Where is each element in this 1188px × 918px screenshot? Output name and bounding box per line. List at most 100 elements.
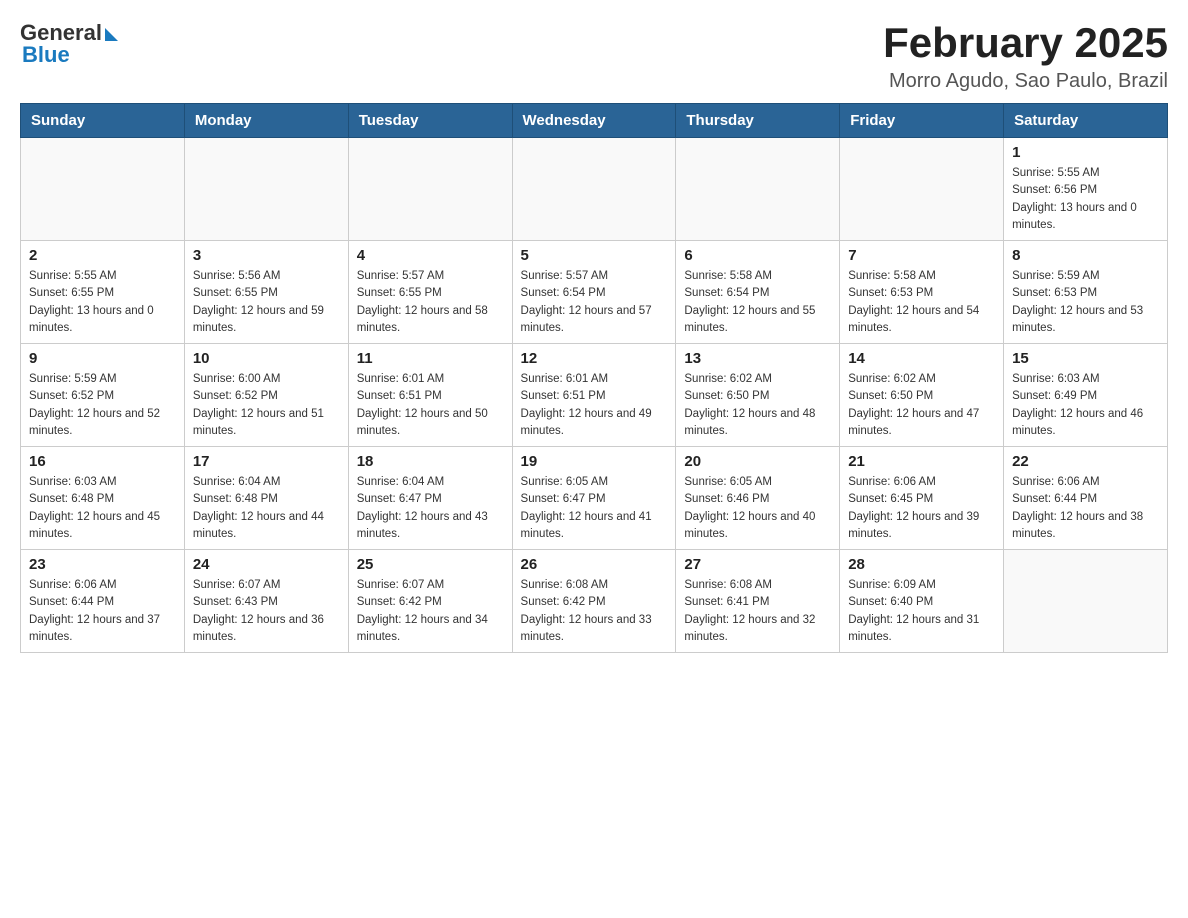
logo-blue-text: Blue	[22, 42, 70, 68]
day-info: Sunrise: 6:06 AM Sunset: 6:44 PM Dayligh…	[1012, 474, 1159, 543]
table-row: 24 Sunrise: 6:07 AM Sunset: 6:43 PM Dayli…	[184, 550, 348, 653]
table-row: 18 Sunrise: 6:04 AM Sunset: 6:47 PM Dayli…	[348, 447, 512, 550]
day-info: Sunrise: 6:02 AM Sunset: 6:50 PM Dayligh…	[848, 371, 995, 440]
table-row: 2Sunrise: 5:55 AM Sunset: 6:55 PM Daylig…	[21, 241, 185, 344]
logo: General Blue	[20, 20, 118, 68]
table-row: 21 Sunrise: 6:06 AM Sunset: 6:45 PM Dayli…	[840, 447, 1004, 550]
day-info: Sunrise: 6:02 AM Sunset: 6:50 PM Dayligh…	[684, 371, 831, 440]
table-row: 5 Sunrise: 5:57 AM Sunset: 6:54 PM Daylig…	[512, 241, 676, 344]
table-row	[184, 138, 348, 241]
table-row: 13 Sunrise: 6:02 AM Sunset: 6:50 PM Dayli…	[676, 344, 840, 447]
header-thursday: Thursday	[676, 104, 840, 138]
table-row: 3 Sunrise: 5:56 AM Sunset: 6:55 PM Daylig…	[184, 241, 348, 344]
day-number: 11	[357, 350, 504, 367]
table-row: 4Sunrise: 5:57 AM Sunset: 6:55 PM Daylig…	[348, 241, 512, 344]
day-info: Sunrise: 5:58 AM Sunset: 6:53 PM Dayligh…	[848, 268, 995, 337]
table-row: 28 Sunrise: 6:09 AM Sunset: 6:40 PM Dayli…	[840, 550, 1004, 653]
table-row: 26 Sunrise: 6:08 AM Sunset: 6:42 PM Dayli…	[512, 550, 676, 653]
header-sunday: Sunday	[21, 104, 185, 138]
day-number: 18	[357, 453, 504, 470]
day-info: Sunrise: 6:08 AM Sunset: 6:42 PM Dayligh…	[521, 577, 668, 646]
day-number: 26	[521, 556, 668, 573]
day-info: Sunrise: 5:57 AM Sunset: 6:55 PM Dayligh…	[357, 268, 504, 337]
logo-triangle-icon	[105, 28, 118, 41]
day-info: Sunrise: 6:07 AM Sunset: 6:42 PM Dayligh…	[357, 577, 504, 646]
calendar-table: Sunday Monday Tuesday Wednesday Thursday…	[20, 103, 1168, 653]
header-friday: Friday	[840, 104, 1004, 138]
page-title: February 2025	[883, 20, 1168, 66]
day-number: 8	[1012, 247, 1159, 264]
day-number: 6	[684, 247, 831, 264]
table-row: 19 Sunrise: 6:05 AM Sunset: 6:47 PM Dayli…	[512, 447, 676, 550]
day-info: Sunrise: 6:03 AM Sunset: 6:48 PM Dayligh…	[29, 474, 176, 543]
header-tuesday: Tuesday	[348, 104, 512, 138]
table-row: 23 Sunrise: 6:06 AM Sunset: 6:44 PM Dayli…	[21, 550, 185, 653]
table-row: 8 Sunrise: 5:59 AM Sunset: 6:53 PM Daylig…	[1004, 241, 1168, 344]
day-number: 12	[521, 350, 668, 367]
day-number: 19	[521, 453, 668, 470]
day-number: 15	[1012, 350, 1159, 367]
day-number: 23	[29, 556, 176, 573]
day-info: Sunrise: 5:56 AM Sunset: 6:55 PM Dayligh…	[193, 268, 340, 337]
day-info: Sunrise: 6:05 AM Sunset: 6:47 PM Dayligh…	[521, 474, 668, 543]
page-subtitle: Morro Agudo, Sao Paulo, Brazil	[883, 70, 1168, 93]
day-number: 28	[848, 556, 995, 573]
table-row	[21, 138, 185, 241]
table-row: 12Sunrise: 6:01 AM Sunset: 6:51 PM Dayli…	[512, 344, 676, 447]
day-number: 21	[848, 453, 995, 470]
table-row	[1004, 550, 1168, 653]
table-row: 25 Sunrise: 6:07 AM Sunset: 6:42 PM Dayli…	[348, 550, 512, 653]
day-info: Sunrise: 5:59 AM Sunset: 6:52 PM Dayligh…	[29, 371, 176, 440]
day-info: Sunrise: 6:08 AM Sunset: 6:41 PM Dayligh…	[684, 577, 831, 646]
calendar-week-row: 23 Sunrise: 6:06 AM Sunset: 6:44 PM Dayli…	[21, 550, 1168, 653]
table-row: 15 Sunrise: 6:03 AM Sunset: 6:49 PM Dayli…	[1004, 344, 1168, 447]
day-number: 22	[1012, 453, 1159, 470]
day-number: 7	[848, 247, 995, 264]
day-info: Sunrise: 6:09 AM Sunset: 6:40 PM Dayligh…	[848, 577, 995, 646]
header-monday: Monday	[184, 104, 348, 138]
table-row: 27 Sunrise: 6:08 AM Sunset: 6:41 PM Dayli…	[676, 550, 840, 653]
calendar-header-row: Sunday Monday Tuesday Wednesday Thursday…	[21, 104, 1168, 138]
day-info: Sunrise: 5:57 AM Sunset: 6:54 PM Dayligh…	[521, 268, 668, 337]
day-number: 27	[684, 556, 831, 573]
table-row: 11 Sunrise: 6:01 AM Sunset: 6:51 PM Dayli…	[348, 344, 512, 447]
table-row: 6Sunrise: 5:58 AM Sunset: 6:54 PM Daylig…	[676, 241, 840, 344]
header-saturday: Saturday	[1004, 104, 1168, 138]
day-info: Sunrise: 6:01 AM Sunset: 6:51 PM Dayligh…	[357, 371, 504, 440]
day-number: 25	[357, 556, 504, 573]
day-info: Sunrise: 6:07 AM Sunset: 6:43 PM Dayligh…	[193, 577, 340, 646]
table-row: 16 Sunrise: 6:03 AM Sunset: 6:48 PM Dayli…	[21, 447, 185, 550]
day-info: Sunrise: 6:06 AM Sunset: 6:45 PM Dayligh…	[848, 474, 995, 543]
day-number: 24	[193, 556, 340, 573]
table-row: 17 Sunrise: 6:04 AM Sunset: 6:48 PM Dayli…	[184, 447, 348, 550]
table-row: 1Sunrise: 5:55 AM Sunset: 6:56 PM Daylig…	[1004, 138, 1168, 241]
calendar-week-row: 1Sunrise: 5:55 AM Sunset: 6:56 PM Daylig…	[21, 138, 1168, 241]
day-number: 3	[193, 247, 340, 264]
day-number: 20	[684, 453, 831, 470]
table-row: 7 Sunrise: 5:58 AM Sunset: 6:53 PM Daylig…	[840, 241, 1004, 344]
day-number: 17	[193, 453, 340, 470]
day-number: 1	[1012, 144, 1159, 161]
day-info: Sunrise: 6:04 AM Sunset: 6:47 PM Dayligh…	[357, 474, 504, 543]
page-header: General Blue February 2025 Morro Agudo, …	[20, 20, 1168, 93]
day-number: 2	[29, 247, 176, 264]
day-info: Sunrise: 6:03 AM Sunset: 6:49 PM Dayligh…	[1012, 371, 1159, 440]
day-info: Sunrise: 6:00 AM Sunset: 6:52 PM Dayligh…	[193, 371, 340, 440]
table-row	[840, 138, 1004, 241]
table-row: 10Sunrise: 6:00 AM Sunset: 6:52 PM Dayli…	[184, 344, 348, 447]
day-info: Sunrise: 5:59 AM Sunset: 6:53 PM Dayligh…	[1012, 268, 1159, 337]
header-wednesday: Wednesday	[512, 104, 676, 138]
day-number: 14	[848, 350, 995, 367]
table-row: 14 Sunrise: 6:02 AM Sunset: 6:50 PM Dayli…	[840, 344, 1004, 447]
day-info: Sunrise: 6:06 AM Sunset: 6:44 PM Dayligh…	[29, 577, 176, 646]
calendar-week-row: 9 Sunrise: 5:59 AM Sunset: 6:52 PM Daylig…	[21, 344, 1168, 447]
table-row: 22 Sunrise: 6:06 AM Sunset: 6:44 PM Dayli…	[1004, 447, 1168, 550]
day-number: 13	[684, 350, 831, 367]
table-row	[348, 138, 512, 241]
day-info: Sunrise: 6:04 AM Sunset: 6:48 PM Dayligh…	[193, 474, 340, 543]
day-number: 9	[29, 350, 176, 367]
title-block: February 2025 Morro Agudo, Sao Paulo, Br…	[883, 20, 1168, 93]
day-number: 5	[521, 247, 668, 264]
day-info: Sunrise: 6:05 AM Sunset: 6:46 PM Dayligh…	[684, 474, 831, 543]
day-number: 16	[29, 453, 176, 470]
